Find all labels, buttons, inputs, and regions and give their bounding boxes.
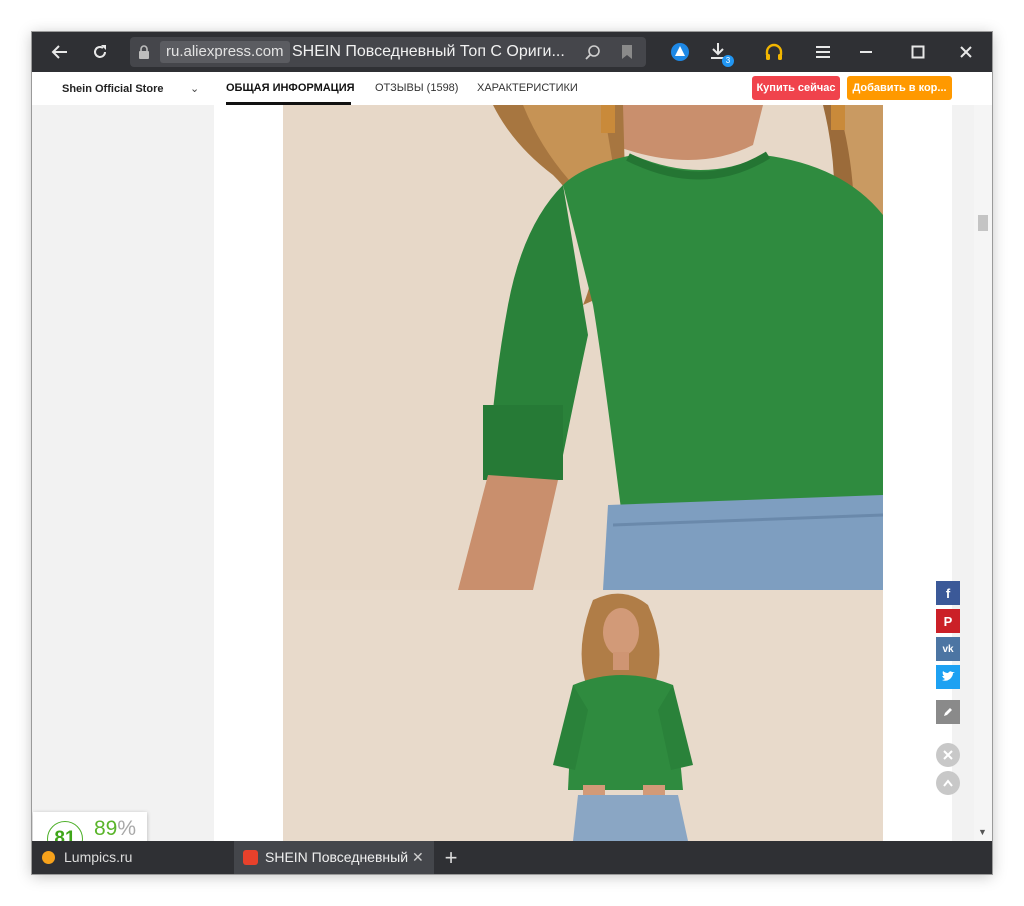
page-content: f P vk 81 89% bbox=[32, 105, 992, 868]
downloads-button[interactable]: 3 bbox=[702, 36, 734, 68]
new-tab-button[interactable]: + bbox=[436, 841, 466, 874]
alice-assistant-button[interactable] bbox=[758, 36, 790, 68]
maximize-icon bbox=[911, 45, 925, 59]
scrollbar-thumb[interactable] bbox=[978, 215, 988, 231]
product-photo-closeup bbox=[283, 105, 883, 590]
tab-shein[interactable]: SHEIN Повседневный То ✕ bbox=[234, 841, 434, 874]
vk-icon: vk bbox=[942, 643, 954, 655]
pencil-icon bbox=[944, 708, 952, 716]
search-page-icon[interactable] bbox=[585, 44, 601, 60]
product-photo-full-image bbox=[283, 590, 883, 841]
back-button[interactable] bbox=[44, 36, 76, 68]
share-vk-button[interactable]: vk bbox=[936, 637, 960, 661]
close-share-button[interactable] bbox=[936, 743, 960, 767]
browser-toolbar: ru.aliexpress.com SHEIN Повседневный Топ… bbox=[32, 32, 992, 72]
share-pinterest-button[interactable]: P bbox=[936, 609, 960, 633]
tab-shein-label: SHEIN Повседневный То bbox=[265, 849, 410, 865]
lumpics-favicon-icon bbox=[42, 851, 55, 864]
twitter-icon bbox=[942, 671, 955, 681]
page-title: SHEIN Повседневный Топ С Ориги... bbox=[292, 43, 565, 60]
tab-strip: Lumpics.ru SHEIN Повседневный То ✕ + bbox=[32, 841, 992, 874]
close-icon bbox=[960, 46, 972, 58]
rating-percent-value: 89 bbox=[94, 817, 118, 840]
headphones-icon bbox=[765, 43, 783, 60]
downloads-badge: 3 bbox=[722, 55, 734, 67]
share-twitter-button[interactable] bbox=[936, 665, 960, 689]
tab-reviews[interactable]: ОТЗЫВЫ (1598) bbox=[375, 82, 458, 94]
vertical-scrollbar[interactable]: ▼ bbox=[974, 105, 992, 841]
buy-now-button[interactable]: Купить сейчас bbox=[752, 76, 840, 100]
pinterest-icon: P bbox=[943, 613, 953, 629]
store-name[interactable]: Shein Official Store bbox=[62, 83, 163, 95]
lock-icon bbox=[139, 45, 149, 59]
facebook-icon: f bbox=[945, 585, 951, 601]
minimize-icon bbox=[860, 51, 872, 53]
tab-specifications[interactable]: ХАРАКТЕРИСТИКИ bbox=[477, 82, 578, 94]
tab-lumpics-label: Lumpics.ru bbox=[64, 849, 133, 865]
adblock-extension-button[interactable] bbox=[664, 36, 696, 68]
share-facebook-button[interactable]: f bbox=[936, 581, 960, 605]
close-icon bbox=[943, 750, 953, 760]
close-window-button[interactable] bbox=[950, 36, 982, 68]
aliexpress-favicon-icon bbox=[243, 850, 258, 865]
bookmark-icon[interactable] bbox=[619, 44, 635, 60]
chevron-down-icon[interactable]: ⌄ bbox=[190, 82, 199, 95]
minimize-button[interactable] bbox=[850, 36, 882, 68]
address-bar[interactable]: ru.aliexpress.com SHEIN Повседневный Топ… bbox=[130, 37, 646, 67]
product-photo-closeup-image bbox=[283, 105, 883, 590]
plus-icon: + bbox=[444, 845, 458, 870]
edit-button[interactable] bbox=[936, 700, 960, 724]
rating-percent-sign: % bbox=[117, 817, 137, 840]
rating-percent: 89% bbox=[94, 817, 136, 841]
reload-icon bbox=[94, 45, 106, 58]
browser-window: ru.aliexpress.com SHEIN Повседневный Топ… bbox=[32, 32, 992, 874]
product-sticky-header: Shein Official Store ⌄ ОБЩАЯ ИНФОРМАЦИЯ … bbox=[32, 72, 992, 106]
hamburger-icon bbox=[816, 46, 830, 58]
url-domain: ru.aliexpress.com bbox=[160, 41, 290, 63]
adblock-icon bbox=[671, 43, 689, 61]
menu-button[interactable] bbox=[807, 36, 839, 68]
product-photo-full bbox=[283, 590, 883, 841]
close-tab-icon[interactable]: ✕ bbox=[412, 841, 424, 874]
maximize-button[interactable] bbox=[902, 36, 934, 68]
tab-lumpics[interactable]: Lumpics.ru bbox=[32, 841, 232, 874]
add-to-cart-button[interactable]: Добавить в кор... bbox=[847, 76, 952, 100]
chevron-up-icon bbox=[943, 779, 953, 787]
back-arrow-icon bbox=[51, 45, 67, 59]
tab-general-info[interactable]: ОБЩАЯ ИНФОРМАЦИЯ bbox=[226, 82, 355, 94]
scroll-to-top-button[interactable] bbox=[936, 771, 960, 795]
reload-button[interactable] bbox=[84, 36, 116, 68]
scroll-down-arrow-icon[interactable]: ▼ bbox=[978, 827, 987, 837]
